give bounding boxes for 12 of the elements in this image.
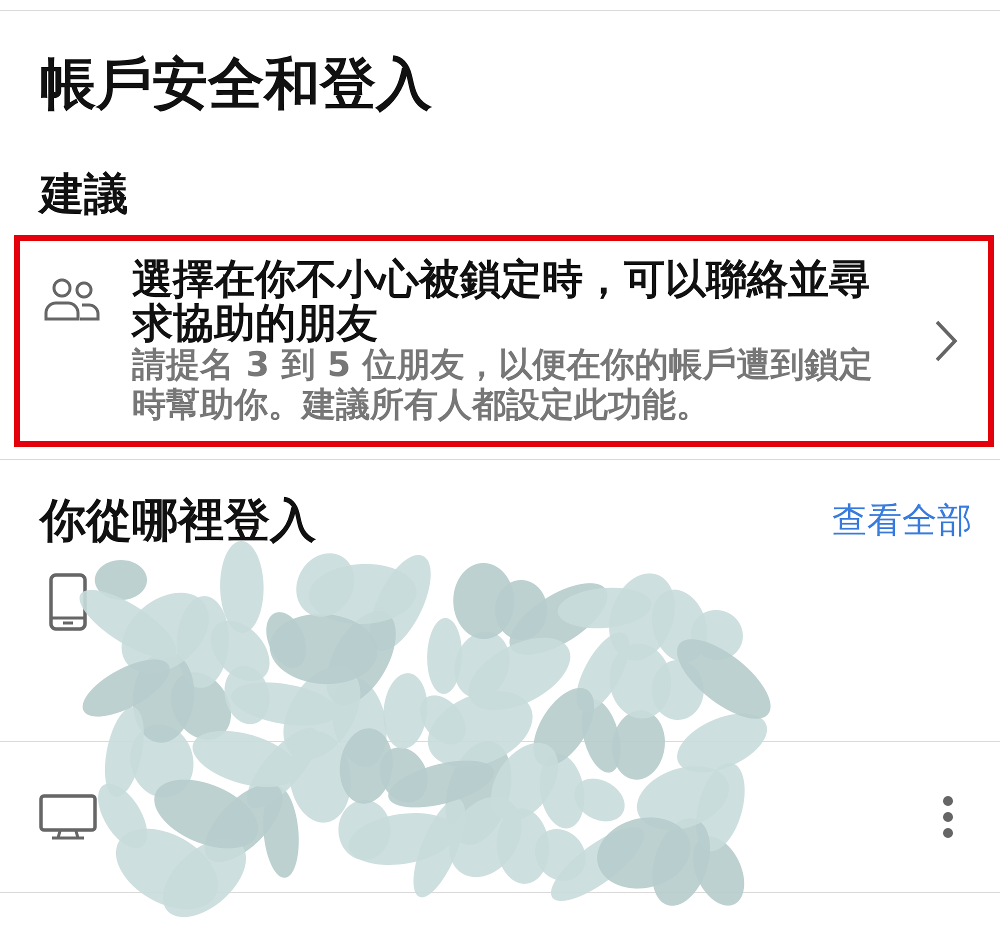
more-options-icon[interactable] xyxy=(942,795,954,839)
section-heading: 你從哪裡登入 xyxy=(40,492,316,549)
phone-icon xyxy=(48,572,88,632)
people-icon xyxy=(42,277,102,321)
see-all-link[interactable]: 查看全部 xyxy=(832,496,972,544)
monitor-icon xyxy=(38,793,98,841)
suggestion-title: 選擇在你不小心被鎖定時，可以聯絡並尋求協助的朋友 xyxy=(132,257,870,345)
suggestion-card[interactable]: 選擇在你不小心被鎖定時，可以聯絡並尋求協助的朋友 請提名 3 到 5 位朋友，以便在你的帳戶遭到鎖定時幫助你。建議所有人都設定此功能。 xyxy=(14,235,994,447)
page-title: 帳戶安全和登入 xyxy=(39,51,433,119)
suggestion-description: 請提名 3 到 5 位朋友，以便在你的帳戶遭到鎖定時幫助你。建議所有人都設定此功能。 xyxy=(132,345,874,425)
chevron-right-icon xyxy=(934,319,958,363)
section-heading: 建議 xyxy=(0,123,1000,223)
